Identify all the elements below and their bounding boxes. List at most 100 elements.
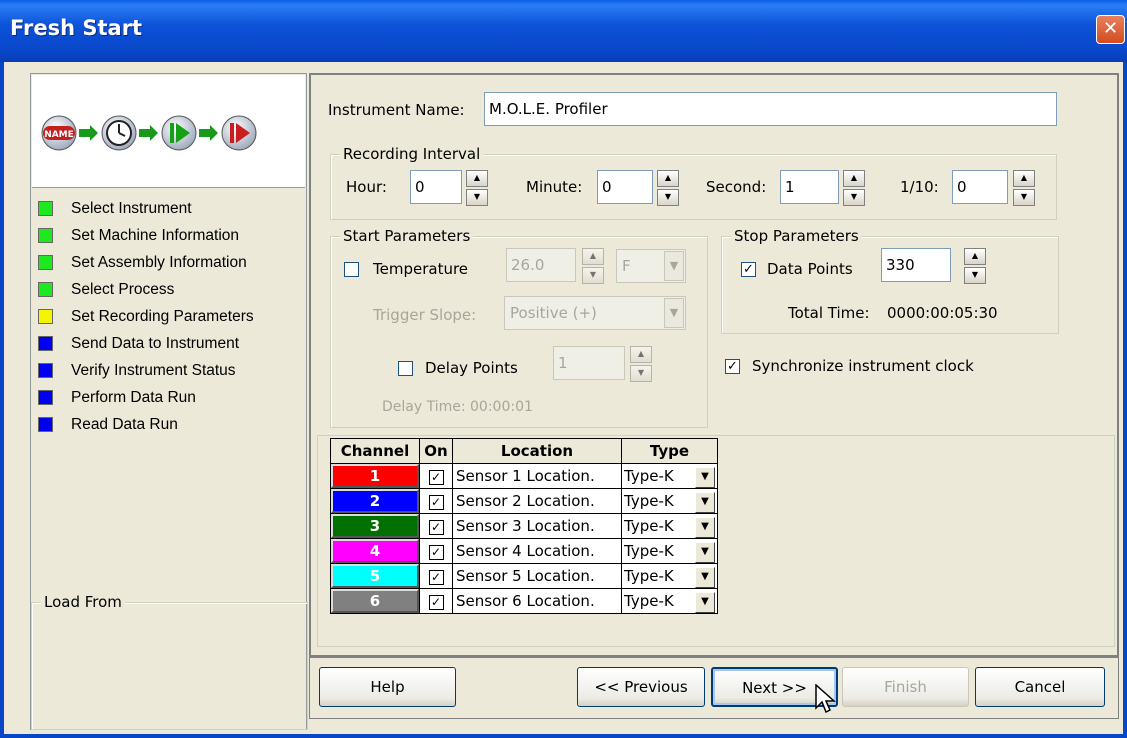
spin-down-icon[interactable]: ▼: [964, 267, 986, 284]
channel-swatch[interactable]: 4: [331, 539, 419, 563]
table-row[interactable]: 2 ✓ Sensor 2 Location. Type-K ▼: [330, 488, 718, 514]
chevron-down-icon[interactable]: ▼: [695, 567, 715, 588]
minute-input[interactable]: [597, 170, 653, 204]
location-cell[interactable]: Sensor 5 Location.: [452, 563, 622, 589]
step-item: Set Recording Parameters: [38, 303, 254, 330]
spin-down-icon[interactable]: ▼: [630, 365, 652, 382]
location-cell[interactable]: Sensor 1 Location.: [452, 463, 622, 489]
channel-swatch[interactable]: 5: [331, 564, 419, 588]
delay-points-spinner[interactable]: ▲ ▼: [630, 346, 652, 382]
spin-up-icon[interactable]: ▲: [843, 170, 865, 187]
channel-cell[interactable]: 5: [330, 563, 420, 589]
on-checkbox[interactable]: ✓: [428, 570, 444, 585]
close-icon[interactable]: ✕: [1096, 15, 1125, 44]
delay-points-label: Delay Points: [425, 359, 518, 377]
spin-up-icon[interactable]: ▲: [466, 170, 488, 187]
type-cell[interactable]: Type-K ▼: [621, 463, 718, 489]
sync-clock-checkbox[interactable]: ✓: [725, 359, 740, 374]
channel-cell[interactable]: 4: [330, 538, 420, 564]
channel-swatch[interactable]: 3: [331, 514, 419, 538]
spin-down-icon[interactable]: ▼: [466, 189, 488, 206]
channel-cell[interactable]: 2: [330, 488, 420, 514]
step-item: Set Assembly Information: [38, 249, 254, 276]
delay-points-input[interactable]: [553, 346, 625, 380]
on-cell[interactable]: ✓: [419, 538, 453, 564]
chevron-down-icon[interactable]: ▼: [695, 542, 715, 563]
data-points-input[interactable]: [881, 248, 951, 282]
trigger-slope-dropdown[interactable]: Positive (+) ▼: [504, 296, 686, 330]
minute-spinner[interactable]: ▲ ▼: [657, 170, 679, 206]
stop-parameters-legend: Stop Parameters: [731, 227, 862, 245]
location-cell[interactable]: Sensor 6 Location.: [452, 588, 622, 614]
type-cell[interactable]: Type-K ▼: [621, 488, 718, 514]
spin-down-icon[interactable]: ▼: [582, 267, 604, 284]
spin-up-icon[interactable]: ▲: [630, 346, 652, 363]
temperature-spinner[interactable]: ▲ ▼: [582, 248, 604, 284]
type-value: Type-K: [624, 517, 674, 535]
channel-cell[interactable]: 3: [330, 513, 420, 539]
unit-dropdown[interactable]: F ▼: [616, 249, 686, 283]
type-cell[interactable]: Type-K ▼: [621, 538, 718, 564]
channel-cell[interactable]: 1: [330, 463, 420, 489]
channel-swatch[interactable]: 2: [331, 489, 419, 513]
spin-down-icon[interactable]: ▼: [843, 189, 865, 206]
previous-button[interactable]: << Previous: [577, 667, 705, 707]
table-row[interactable]: 1 ✓ Sensor 1 Location. Type-K ▼: [330, 463, 718, 489]
cancel-button[interactable]: Cancel: [975, 667, 1105, 707]
chevron-down-icon[interactable]: ▼: [695, 592, 715, 613]
tenth-spinner[interactable]: ▲ ▼: [1013, 170, 1035, 206]
chevron-down-icon[interactable]: ▼: [664, 251, 684, 281]
finish-button[interactable]: Finish: [842, 667, 969, 707]
location-cell[interactable]: Sensor 2 Location.: [452, 488, 622, 514]
delay-points-checkbox[interactable]: [398, 361, 413, 376]
channel-swatch[interactable]: 6: [331, 589, 419, 613]
type-cell[interactable]: Type-K ▼: [621, 563, 718, 589]
hour-input[interactable]: [410, 170, 462, 204]
type-cell[interactable]: Type-K ▼: [621, 588, 718, 614]
second-spinner[interactable]: ▲ ▼: [843, 170, 865, 206]
location-cell[interactable]: Sensor 4 Location.: [452, 538, 622, 564]
chevron-down-icon[interactable]: ▼: [695, 492, 715, 513]
help-button[interactable]: Help: [319, 667, 456, 707]
title-bar[interactable]: Fresh Start ✕: [0, 0, 1127, 62]
on-cell[interactable]: ✓: [419, 463, 453, 489]
table-row[interactable]: 6 ✓ Sensor 6 Location. Type-K ▼: [330, 588, 718, 614]
on-cell[interactable]: ✓: [419, 513, 453, 539]
spin-up-icon[interactable]: ▲: [582, 248, 604, 265]
spin-down-icon[interactable]: ▼: [1013, 189, 1035, 206]
on-checkbox[interactable]: ✓: [428, 545, 444, 560]
spin-up-icon[interactable]: ▲: [964, 248, 986, 265]
spin-up-icon[interactable]: ▲: [657, 170, 679, 187]
on-header: On: [419, 438, 453, 464]
temperature-input[interactable]: [506, 248, 576, 282]
temperature-checkbox[interactable]: [344, 262, 359, 277]
on-cell[interactable]: ✓: [419, 488, 453, 514]
instrument-name-input[interactable]: [484, 92, 1057, 126]
table-row[interactable]: 4 ✓ Sensor 4 Location. Type-K ▼: [330, 538, 718, 564]
channel-cell[interactable]: 6: [330, 588, 420, 614]
spin-down-icon[interactable]: ▼: [657, 189, 679, 206]
second-input[interactable]: [780, 170, 839, 204]
window-title: Fresh Start: [10, 16, 143, 40]
data-points-spinner[interactable]: ▲ ▼: [964, 248, 986, 284]
chevron-down-icon[interactable]: ▼: [664, 298, 684, 328]
on-checkbox[interactable]: ✓: [428, 520, 444, 535]
spin-up-icon[interactable]: ▲: [1013, 170, 1035, 187]
tenth-input[interactable]: [952, 170, 1008, 204]
channel-swatch[interactable]: 1: [331, 464, 419, 488]
type-value: Type-K: [624, 542, 674, 560]
chevron-down-icon[interactable]: ▼: [695, 467, 715, 488]
location-cell[interactable]: Sensor 3 Location.: [452, 513, 622, 539]
on-checkbox[interactable]: ✓: [428, 495, 444, 510]
table-row[interactable]: 5 ✓ Sensor 5 Location. Type-K ▼: [330, 563, 718, 589]
name-badge-text: NAME: [44, 130, 74, 140]
type-cell[interactable]: Type-K ▼: [621, 513, 718, 539]
on-cell[interactable]: ✓: [419, 563, 453, 589]
chevron-down-icon[interactable]: ▼: [695, 517, 715, 538]
on-checkbox[interactable]: ✓: [428, 470, 444, 485]
data-points-checkbox[interactable]: ✓: [741, 262, 756, 277]
on-checkbox[interactable]: ✓: [428, 595, 444, 610]
on-cell[interactable]: ✓: [419, 588, 453, 614]
hour-spinner[interactable]: ▲ ▼: [466, 170, 488, 206]
table-row[interactable]: 3 ✓ Sensor 3 Location. Type-K ▼: [330, 513, 718, 539]
